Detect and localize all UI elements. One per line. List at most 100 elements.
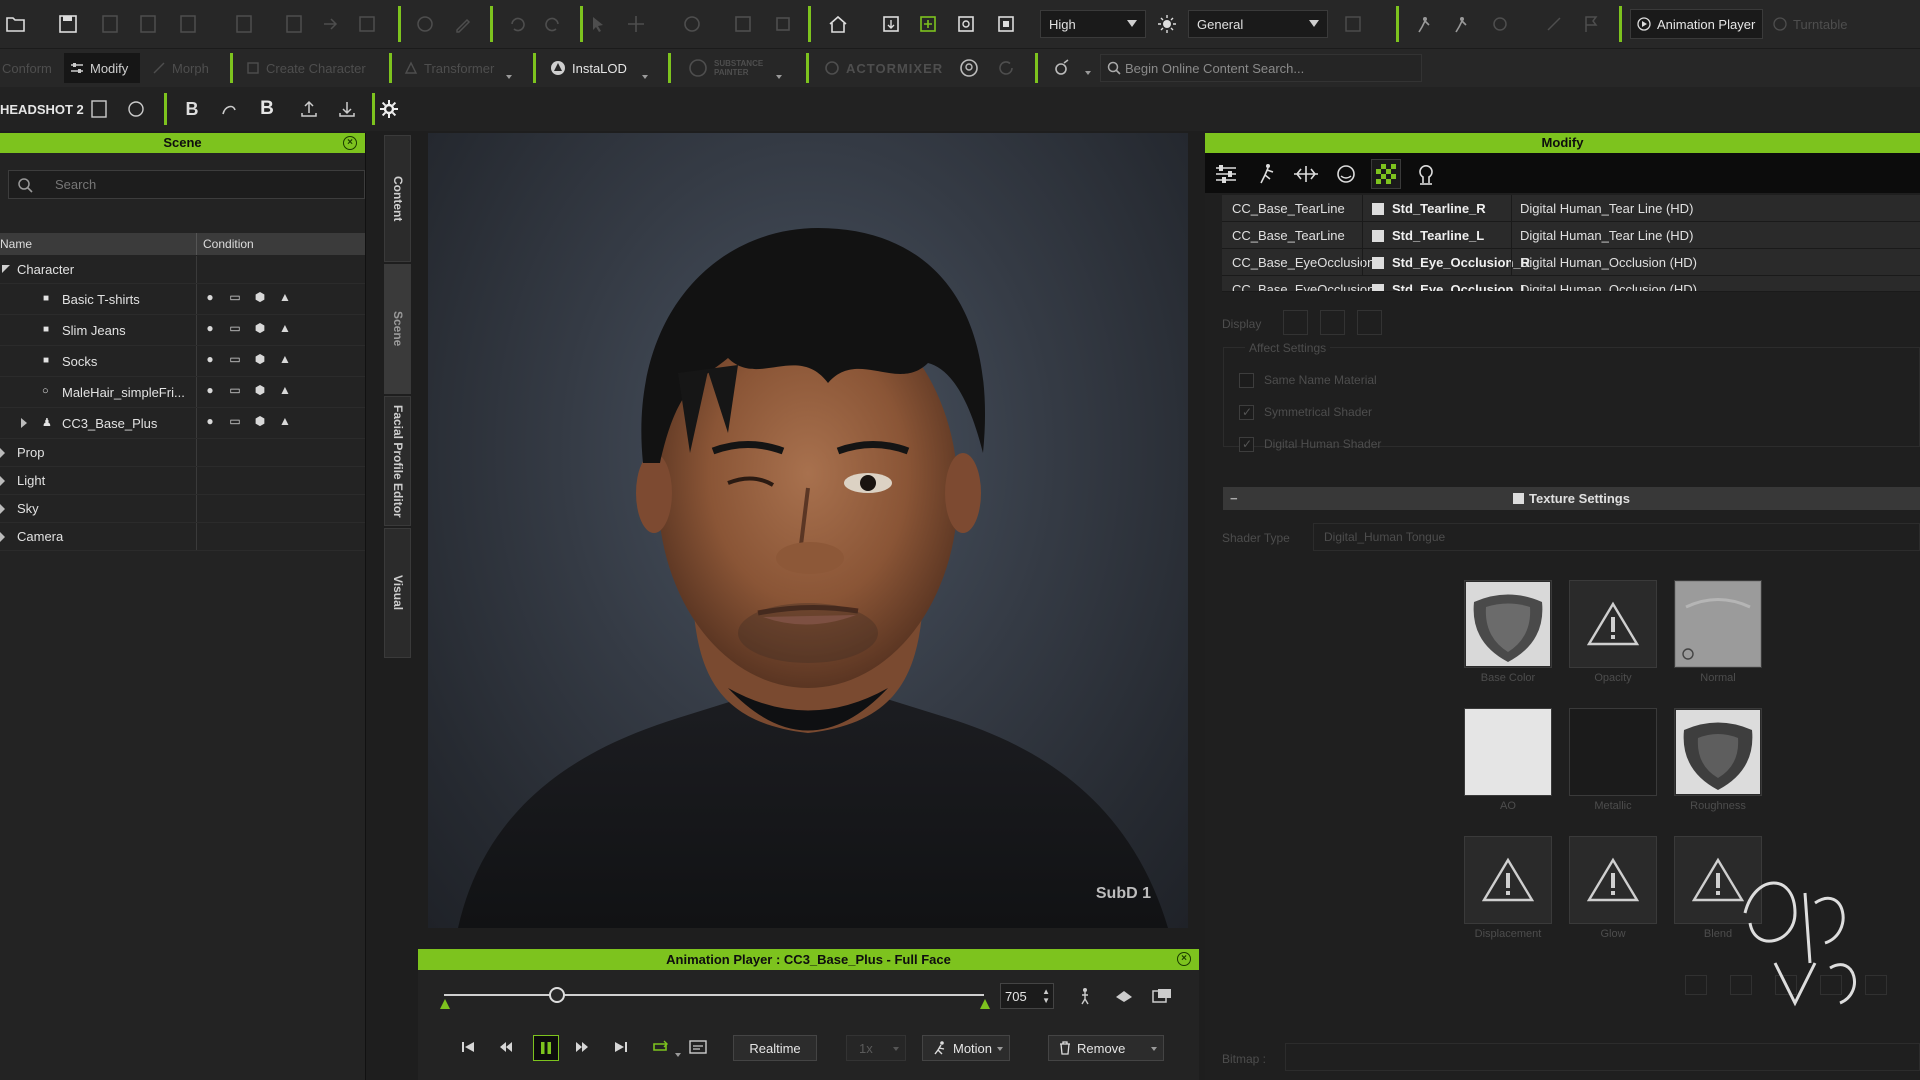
subtitle-icon[interactable] (688, 1037, 708, 1057)
close-icon[interactable]: × (1177, 952, 1191, 966)
collapse-icon[interactable]: − (1230, 487, 1238, 510)
tree-row-prop[interactable]: Prop (0, 439, 365, 467)
texture-slot-base-color[interactable] (1464, 580, 1552, 668)
lighting-sun-icon[interactable] (1154, 9, 1180, 39)
import-icon[interactable] (98, 9, 122, 39)
mesh-icon[interactable]: ⬢ (253, 352, 267, 366)
zoom-extents-icon[interactable] (953, 9, 979, 39)
tree-row-light[interactable]: Light (0, 467, 365, 495)
animation-player-button[interactable]: Animation Player (1630, 9, 1763, 39)
loop-icon[interactable] (650, 1037, 670, 1057)
scene-search-input[interactable]: Search (8, 170, 365, 199)
render-icon[interactable] (412, 9, 438, 39)
export-icon[interactable] (136, 9, 160, 39)
open-folder-icon[interactable] (4, 9, 28, 39)
scale-icon[interactable] (730, 9, 756, 39)
avatar-icon[interactable]: ▲ (278, 383, 292, 397)
camera-layers-icon[interactable] (1113, 985, 1135, 1007)
tab-motion-pose-icon[interactable] (1251, 159, 1281, 189)
spinner-arrows-icon[interactable]: ▲ ▼ (1042, 987, 1050, 1005)
rotate-icon[interactable] (679, 9, 705, 39)
col-name-header[interactable]: Name (0, 233, 32, 255)
collapsed-triangle-icon[interactable] (0, 504, 5, 514)
turntable-button[interactable]: Turntable (1773, 9, 1847, 39)
collapsed-triangle-icon[interactable] (0, 476, 5, 486)
tab-face-icon[interactable] (1331, 159, 1361, 189)
hair-icon[interactable] (216, 94, 242, 124)
tree-row-child[interactable]: ■ Socks ● ▭ ⬢ ▲ (0, 346, 365, 377)
lock-icon[interactable]: ▭ (228, 383, 242, 397)
download-icon[interactable] (334, 94, 360, 124)
person-pose-icon[interactable] (1074, 985, 1096, 1007)
substance-painter-button[interactable]: SUBSTANCE PAINTER (688, 53, 782, 83)
tab-material-checker-icon[interactable] (1371, 159, 1401, 189)
lock-icon[interactable]: ▭ (228, 290, 242, 304)
texture-slot-opacity[interactable] (1569, 580, 1657, 668)
headshot-photo-icon[interactable] (86, 94, 112, 124)
refresh-icon[interactable] (992, 53, 1020, 83)
export-fbx-icon[interactable] (232, 9, 256, 39)
tree-row-sky[interactable]: Sky (0, 495, 365, 523)
package-icon[interactable] (355, 9, 379, 39)
pause-button[interactable] (533, 1035, 559, 1061)
lock-icon[interactable]: ▭ (228, 321, 242, 335)
pose-icon[interactable] (1410, 9, 1438, 39)
window-icon[interactable] (1151, 985, 1173, 1007)
modify-button[interactable]: Modify (64, 53, 140, 83)
snap-icon[interactable] (770, 9, 796, 39)
tree-row-child[interactable]: ■ Basic T-shirts ● ▭ ⬢ ▲ (0, 284, 365, 315)
texture-slot-glow[interactable] (1569, 836, 1657, 924)
texture-slot-displacement[interactable] (1464, 836, 1552, 924)
texture-settings-header[interactable]: − Texture Settings (1223, 487, 1920, 510)
avatar-icon[interactable]: ▲ (278, 352, 292, 366)
collapsed-triangle-icon[interactable] (21, 418, 27, 428)
next-frame-icon[interactable] (572, 1037, 592, 1057)
frame-selected-icon[interactable] (915, 9, 941, 39)
camera-view-icon[interactable] (993, 9, 1019, 39)
online-content-search-input[interactable]: Begin Online Content Search... (1100, 54, 1422, 82)
display-mode-button[interactable] (1283, 310, 1308, 335)
tree-row-child[interactable]: ○ MaleHair_simpleFri... ● ▭ ⬢ ▲ (0, 377, 365, 408)
eye-icon[interactable]: ● (203, 383, 217, 397)
flag-icon[interactable] (1577, 9, 1605, 39)
tab-morph-slider-icon[interactable] (1291, 159, 1321, 189)
material-row[interactable]: CC_Base_EyeOcclusion Std_Eye_Occlusion_R… (1222, 249, 1920, 276)
fit-view-icon[interactable] (878, 9, 904, 39)
go-to-end-icon[interactable] (611, 1037, 631, 1057)
tree-row-camera[interactable]: Camera (0, 523, 365, 551)
transformer-button[interactable]: Transformer (404, 53, 512, 83)
bitmap-path-field[interactable] (1285, 1043, 1920, 1071)
previous-frame-icon[interactable] (496, 1037, 516, 1057)
3d-viewport[interactable]: SubD 1 (428, 133, 1188, 928)
collapsed-triangle-icon[interactable] (0, 532, 5, 542)
remove-button[interactable]: Remove (1048, 1035, 1164, 1061)
smart-search-icon[interactable] (1048, 53, 1076, 83)
tab-content[interactable]: Content (384, 135, 411, 262)
eye-icon[interactable]: ● (203, 352, 217, 366)
bold-b-icon[interactable]: B (254, 94, 280, 124)
texture-slot-ao[interactable] (1464, 708, 1552, 796)
save-icon[interactable] (56, 9, 80, 39)
material-row[interactable]: CC_Base_TearLine Std_Tearline_L Digital … (1222, 222, 1920, 249)
range-end-marker[interactable] (980, 999, 990, 1009)
eye-icon[interactable]: ● (203, 290, 217, 304)
expand-triangle-icon[interactable] (2, 265, 10, 273)
tab-facial-profile-editor[interactable]: Facial Profile Editor (384, 396, 411, 526)
export-obj-icon[interactable] (282, 9, 306, 39)
tree-row-child[interactable]: ■ Slim Jeans ● ▭ ⬢ ▲ (0, 315, 365, 346)
symmetrical-shader-checkbox[interactable]: ✓ (1239, 405, 1254, 420)
shader-type-select[interactable]: Digital_Human Tongue (1313, 523, 1920, 551)
merge-icon[interactable] (176, 9, 200, 39)
chevron-down-icon[interactable] (675, 1053, 681, 1057)
close-icon[interactable]: × (343, 136, 357, 150)
redo-icon[interactable] (540, 9, 566, 39)
lock-icon[interactable]: ▭ (228, 352, 242, 366)
undo-icon[interactable] (504, 9, 530, 39)
material-row[interactable]: CC_Base_EyeOcclusion Std_Eye_Occlusion_L… (1222, 276, 1920, 292)
avatar-icon[interactable]: ▲ (278, 321, 292, 335)
headshot-wizard-icon[interactable] (955, 53, 983, 83)
material-row[interactable]: CC_Base_TearLine Std_Tearline_R Digital … (1222, 195, 1920, 222)
eye-icon[interactable]: ● (203, 414, 217, 428)
edit-icon[interactable] (450, 9, 476, 39)
texture-slot-metallic[interactable] (1569, 708, 1657, 796)
